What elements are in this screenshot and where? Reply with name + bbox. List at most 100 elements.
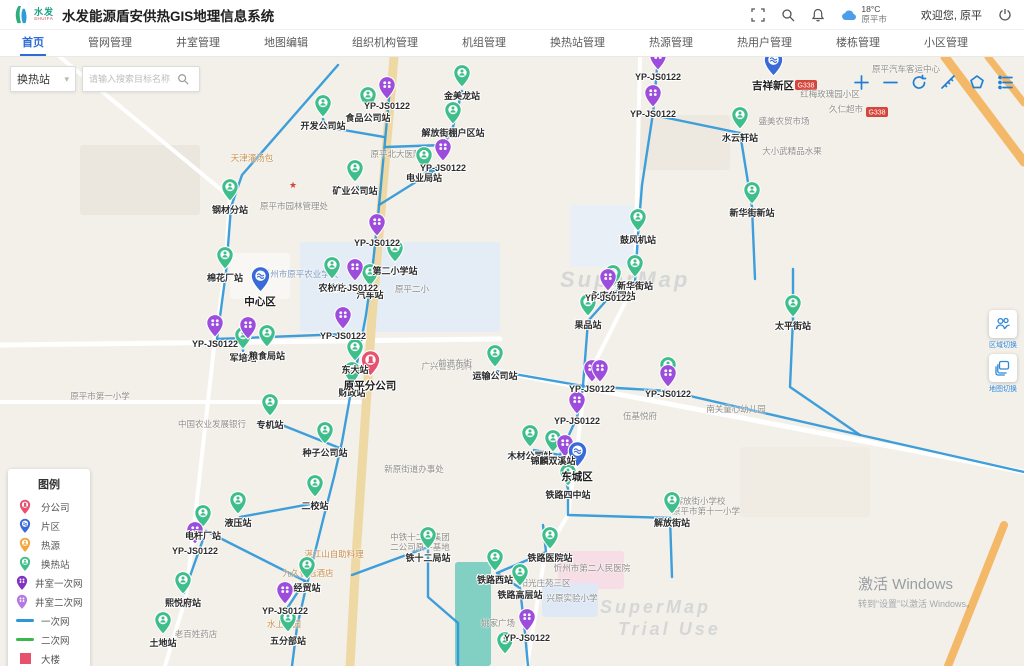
app-header: 水发 SHUIFA 水发能源盾安供热GIS地理信息系统 18°C 原平市 欢迎您…	[0, 0, 1024, 30]
map-place-label: 原平市第一小学	[70, 390, 130, 402]
map-pin-label: YP-JS0122	[645, 389, 691, 399]
search-submit-icon[interactable]	[177, 73, 189, 85]
map-pin-label: 五分部站	[270, 634, 306, 647]
nav-item-首页[interactable]: 首页	[20, 30, 46, 56]
map-pin-label: 原平分公司	[344, 378, 397, 393]
map-place-label: 姚家广场	[481, 617, 515, 629]
bell-icon[interactable]	[811, 8, 825, 22]
map-pin-label: 矿业公司站	[332, 184, 377, 197]
page-title: 水发能源盾安供热GIS地理信息系统	[62, 5, 274, 25]
legend-label: 分公司	[41, 500, 70, 514]
legend-item-分公司: 分公司	[16, 497, 82, 516]
legend-label: 片区	[41, 519, 60, 533]
search-category-select[interactable]: 换热站 ▾	[10, 66, 76, 92]
map-canvas[interactable]: G338G338★ 换热站 ▾ 区域切换地图切换 图例 分公司片区热源换热站井室…	[0, 57, 1024, 666]
nav-item-热源管理[interactable]: 热源管理	[647, 30, 695, 56]
zoom-out-icon[interactable]	[881, 73, 898, 90]
map-pin-label: 液压站	[224, 516, 251, 529]
legend-item-井室二次网: 井室二次网	[16, 592, 82, 611]
reset-icon[interactable]	[910, 73, 927, 90]
map-pin-label: 金美龙站	[444, 89, 480, 102]
weather-widget: 18°C 原平市	[841, 5, 887, 25]
search-icon[interactable]	[781, 8, 795, 22]
map-pin-well[interactable]	[239, 316, 257, 345]
map-switch-button[interactable]: 地图切换	[987, 354, 1019, 394]
map-pin-label: 铁路西站	[477, 573, 513, 586]
nav-item-组织机构管理[interactable]: 组织机构管理	[350, 30, 420, 56]
shuifa-logo-icon	[12, 5, 30, 25]
map-pin-label: 锦麟双溪站	[530, 454, 575, 467]
map-pin-label: YP-JS0122	[585, 293, 631, 303]
map-place-label: 久仁超市	[829, 103, 863, 115]
map-pin-label: 电杆厂站	[185, 529, 221, 542]
fullscreen-icon[interactable]	[751, 8, 765, 22]
map-place-label: 盛美农贸市场	[758, 115, 809, 127]
nav-item-管网管理[interactable]: 管网管理	[86, 30, 134, 56]
people-icon	[995, 316, 1011, 332]
map-pin-label: 二校站	[301, 499, 328, 512]
nav-item-换热站管理[interactable]: 换热站管理	[548, 30, 607, 56]
map-place-label: 伍基悦府	[623, 410, 657, 422]
map-pin-label: 铁路四中站	[545, 488, 590, 501]
map-place-label: 原平市园林管理处	[260, 200, 328, 212]
map-pin-label: YP-JS0122	[332, 283, 378, 293]
side-tool-label: 地图切换	[989, 384, 1017, 394]
map-pin-label: YP-JS0122	[262, 606, 308, 616]
map-place-label: 南关童心幼儿园	[706, 403, 766, 415]
legend-title: 图例	[16, 476, 82, 492]
map-pin-label: 粮食局站	[249, 349, 285, 362]
map-pin-label: YP-JS0122	[192, 339, 238, 349]
map-pin-label: 种子公司站	[302, 446, 347, 459]
map-pin-label: 钢材分站	[212, 203, 248, 216]
weather-city: 原平市	[861, 15, 887, 25]
legend-swatch	[16, 594, 28, 610]
legend-label: 换热站	[41, 557, 70, 571]
zoom-in-icon[interactable]	[852, 73, 869, 90]
search-category-value: 换热站	[17, 71, 50, 87]
map-pin-label: YP-JS0122	[420, 163, 466, 173]
layers-icon	[995, 360, 1011, 376]
map-pin-label: 棉花厂站	[207, 271, 243, 284]
legend-item-二次网: 二次网	[16, 630, 82, 649]
nav-item-楼栋管理[interactable]: 楼栋管理	[834, 30, 882, 56]
map-pin-label: 经贸站	[293, 581, 320, 594]
legend-label: 井室一次网	[35, 576, 83, 590]
svg-text:G338: G338	[868, 110, 885, 117]
legend-swatch	[16, 518, 34, 534]
map-pin-label: 东城区	[561, 469, 593, 484]
map-place-label: 前进东街	[438, 357, 472, 369]
map-place-label: 中国农业发展银行	[178, 418, 246, 430]
nav-item-小区管理[interactable]: 小区管理	[922, 30, 970, 56]
search-input[interactable]	[89, 74, 177, 84]
measure-distance-icon[interactable]	[939, 73, 956, 90]
legend-swatch	[16, 499, 34, 515]
map-place-label: 原平二小	[395, 283, 429, 295]
map-legend: 图例 分公司片区热源换热站井室一次网井室二次网一次网二次网大楼	[8, 469, 90, 666]
measure-area-icon[interactable]	[968, 73, 985, 90]
map-pin-label: 运输公司站	[472, 369, 517, 382]
nav-item-地图编辑[interactable]: 地图编辑	[262, 30, 310, 56]
map-pin-label: YP-JS0122	[554, 416, 600, 426]
layer-list-icon[interactable]	[997, 73, 1014, 90]
map-pin-label: YP-JS0122	[364, 101, 410, 111]
nav-item-机组管理[interactable]: 机组管理	[460, 30, 508, 56]
nav-item-热用户管理[interactable]: 热用户管理	[735, 30, 794, 56]
region-switch-button[interactable]: 区域切换	[987, 310, 1019, 350]
map-place-label: 红梅玫瑰园小区	[800, 88, 860, 100]
map-toolbar	[852, 73, 1014, 90]
map-pin-label: 水云轩站	[722, 131, 758, 144]
map-place-label: 老百姓药店	[175, 628, 218, 640]
map-vendor-watermark: Trial Use	[618, 619, 721, 640]
legend-label: 一次网	[41, 614, 70, 628]
legend-item-片区: 片区	[16, 516, 82, 535]
logout-icon[interactable]	[998, 8, 1012, 22]
map-pin-label: YP-JS0122	[504, 633, 550, 643]
legend-item-换热站: 换热站	[16, 554, 82, 573]
map-pin-label: 解放街棚户区站	[421, 126, 484, 139]
legend-swatch	[16, 537, 34, 553]
nav-item-井室管理[interactable]: 井室管理	[174, 30, 222, 56]
legend-swatch	[16, 653, 34, 664]
legend-item-热源: 热源	[16, 535, 82, 554]
map-pin-label: 果品站	[574, 318, 601, 331]
map-vendor-watermark: SuperMap	[600, 597, 711, 618]
